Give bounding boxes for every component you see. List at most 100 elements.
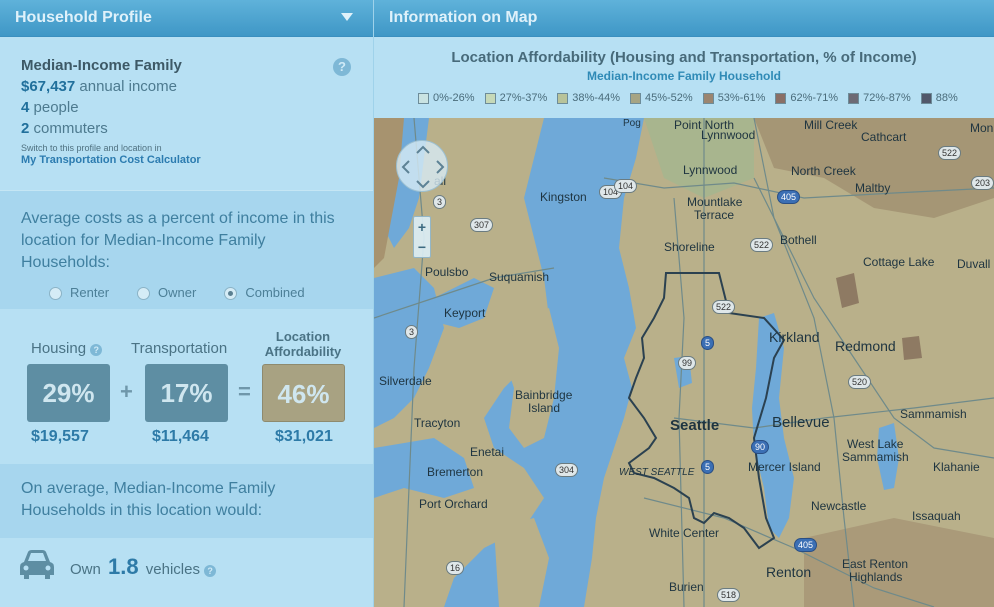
map-label: Pog <box>623 118 641 129</box>
commuters-row: 2 commuters <box>21 120 352 137</box>
map-label: Mercer Island <box>748 460 821 474</box>
legend-swatch <box>775 92 787 104</box>
route-shield: 522 <box>712 300 736 314</box>
route-shield: 3 <box>405 325 419 339</box>
map-label: Lynnwood <box>683 163 738 177</box>
legend-label: 88% <box>935 92 958 104</box>
route-shield: 520 <box>848 375 872 389</box>
interstate-shield: 405 <box>777 190 801 204</box>
interstate-shield: 405 <box>794 538 818 552</box>
radio-button[interactable] <box>137 286 151 300</box>
map-label-bellevue: Bellevue <box>772 414 830 431</box>
route-shield: 16 <box>446 561 465 575</box>
map-label: Sammamish <box>900 407 967 421</box>
legend-label: 72%-87% <box>863 92 911 104</box>
map-label: Kingston <box>540 190 587 204</box>
map-label: Bremerton <box>427 465 484 479</box>
map-canvas[interactable]: Point North Lynnwood Mill Creek Cathcart… <box>374 118 994 607</box>
pan-arrows-icon[interactable] <box>397 141 449 193</box>
map-panel: Information on Map Location Affordabilit… <box>374 0 994 607</box>
map-label: Kirkland <box>769 329 820 345</box>
profile-name: Median-Income Family <box>21 57 182 74</box>
legend-label: 62%-71% <box>790 92 839 104</box>
profile-summary: Median-Income Family ? $67,437 annual in… <box>0 37 373 190</box>
housing-percent-box: 29% <box>27 364 110 422</box>
map-label: Terrace <box>694 208 735 222</box>
map-legend: Location Affordability (Housing and Tran… <box>374 37 994 118</box>
legend-swatch <box>848 92 860 104</box>
route-shield: 518 <box>717 588 741 602</box>
map-label: Poulsbo <box>425 265 469 279</box>
legend-label: 38%-44% <box>572 92 620 104</box>
renter-radio[interactable]: Renter <box>49 282 109 304</box>
vehicles-prefix: Own <box>70 561 101 578</box>
legend-swatch <box>418 92 429 104</box>
radio-button-selected[interactable] <box>224 286 238 300</box>
map-panel-header: Information on Map <box>374 0 994 37</box>
map-label: White Center <box>649 526 720 540</box>
owner-label: Owner <box>158 285 197 300</box>
legend-swatch <box>920 92 932 104</box>
help-icon[interactable]: ? <box>90 344 103 356</box>
legend-item: 53%-61% <box>702 92 766 104</box>
vehicles-value: 1.8 <box>108 554 139 579</box>
housing-label: Housing <box>31 340 87 357</box>
legend-swatch <box>557 92 569 104</box>
transportation-label: Transportation <box>131 340 228 357</box>
location-affordability-label: Location Affordability <box>260 329 346 359</box>
map-label: Renton <box>766 564 812 580</box>
map-label: Redmond <box>835 338 896 354</box>
help-icon[interactable]: ? <box>333 58 351 76</box>
income-label: annual income <box>79 78 177 95</box>
map-label: WEST SEATTLE <box>619 467 695 478</box>
map-label: Mon <box>970 121 994 135</box>
chevron-down-icon[interactable] <box>341 13 353 21</box>
affordability-zone <box>902 336 922 360</box>
map-label: Keyport <box>444 306 486 320</box>
legend-item: 72%-87% <box>848 92 911 104</box>
legend-item: 62%-71% <box>775 92 838 104</box>
route-shield: 307 <box>470 218 494 232</box>
legend-subtitle: Median-Income Family Household <box>586 69 782 83</box>
location-affordability-amount: $31,021 <box>275 428 333 445</box>
route-shield: 522 <box>938 146 962 160</box>
route-shield: 104 <box>614 179 638 193</box>
household-profile-header[interactable]: Household Profile <box>0 0 373 37</box>
household-profile-panel: Household Profile Median-Income Family ?… <box>0 0 373 607</box>
legend-label: 53%-61% <box>717 92 766 104</box>
transportation-calculator-link[interactable]: My Transportation Cost Calculator <box>21 154 352 166</box>
radio-button[interactable] <box>49 286 62 300</box>
legend-label: 0%-26% <box>433 92 475 104</box>
map-label: Mountlake <box>687 195 743 209</box>
legend-label: 45%-52% <box>644 92 693 104</box>
help-icon[interactable]: ? <box>204 565 217 577</box>
zoom-out-button[interactable]: − <box>414 237 430 257</box>
zoom-in-button[interactable]: + <box>414 217 430 237</box>
map-label: Suquamish <box>489 270 550 284</box>
people-row: 4 people <box>21 99 352 116</box>
map-label: Bothell <box>780 233 817 247</box>
map-label: Highlands <box>849 570 903 584</box>
map-label: Cottage Lake <box>863 255 935 269</box>
legend-item: 27%-37% <box>484 92 547 104</box>
route-shield: 3 <box>433 195 447 209</box>
housing-header: Housing ? <box>31 340 103 357</box>
route-shield: 203 <box>971 176 994 190</box>
average-costs-section: Average costs as a percent of income in … <box>0 190 373 309</box>
switch-note: Switch to this profile and location in <box>21 143 162 153</box>
legend-swatch <box>484 92 496 104</box>
average-note: On average, Median-Income Family Househo… <box>0 464 373 538</box>
la-label-line1: Location <box>275 329 331 344</box>
combined-radio[interactable]: Combined <box>224 282 305 304</box>
map-label: Lynnwood <box>701 128 756 142</box>
legend-swatch <box>702 92 714 104</box>
plus-sign: + <box>120 379 133 404</box>
transportation-percent-box: 17% <box>145 364 228 422</box>
income-row: $67,437 annual income <box>21 78 352 95</box>
owner-radio[interactable]: Owner <box>137 282 196 304</box>
legend-item: 38%-44% <box>557 92 620 104</box>
map-pan-control[interactable] <box>396 140 448 192</box>
legend-item: 45%-52% <box>629 92 693 104</box>
transportation-amount: $11,464 <box>152 428 209 445</box>
legend-item: 88% <box>920 92 958 104</box>
